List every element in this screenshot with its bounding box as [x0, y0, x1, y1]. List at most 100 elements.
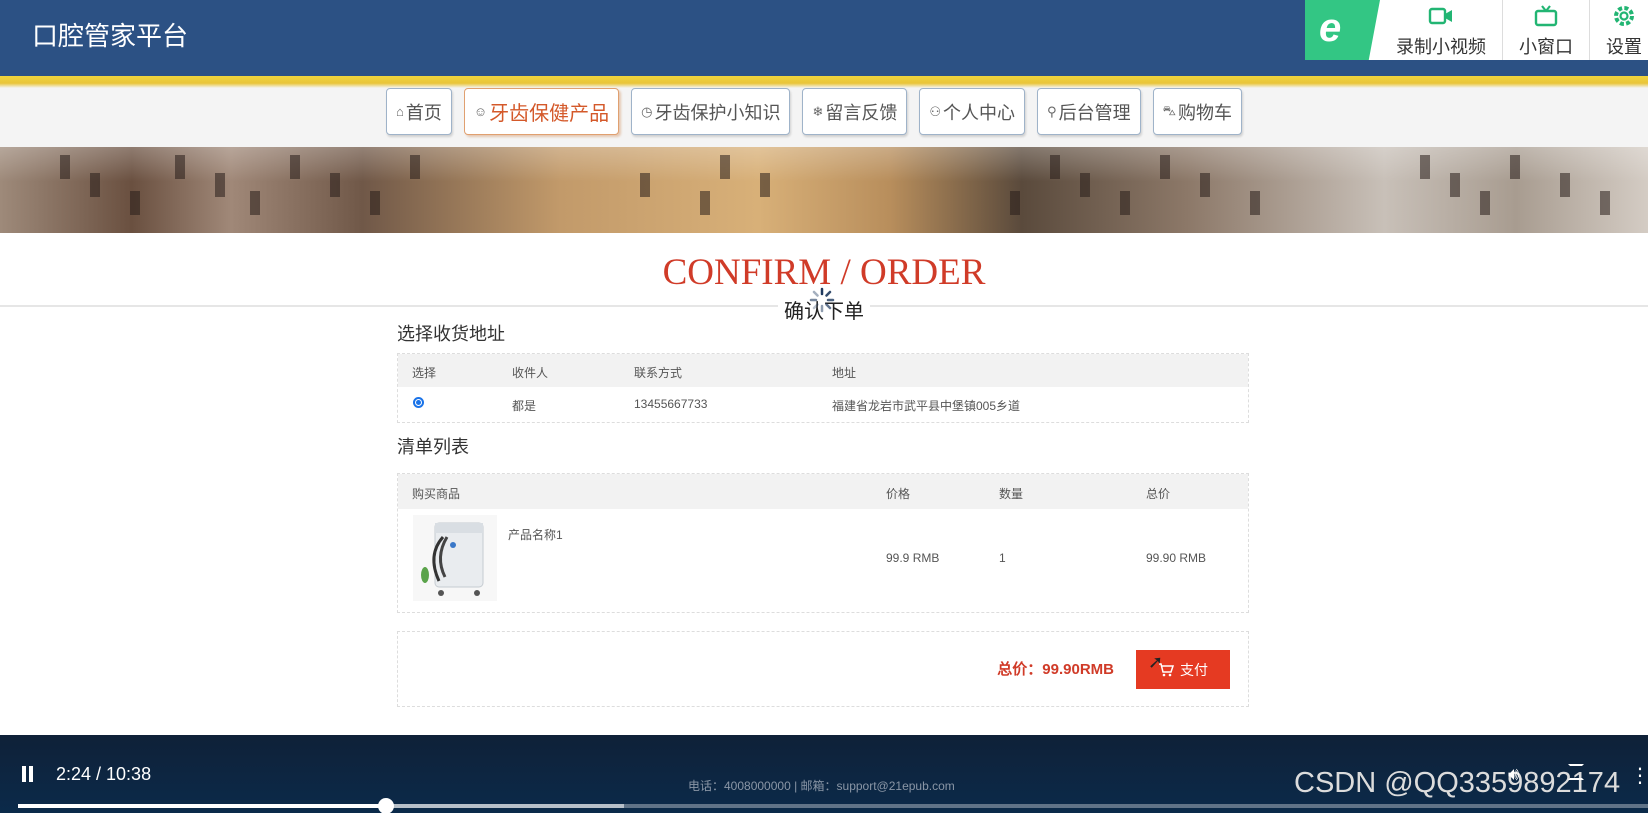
- order-table-header: 购买商品 价格 数量 总价: [398, 474, 1248, 509]
- loading-spinner-icon: [809, 287, 835, 313]
- banner-window: [290, 155, 300, 179]
- banner-window: [720, 155, 730, 179]
- nav-item-4[interactable]: ⚇ 个人中心: [919, 88, 1026, 135]
- nav-label: 首页: [405, 102, 442, 123]
- mini-window-label: 小窗口: [1519, 37, 1573, 57]
- banner-window: [175, 155, 185, 179]
- nav-item-6[interactable]: ⛍ 购物车: [1152, 88, 1242, 135]
- banner-window: [330, 173, 340, 197]
- product-device-icon: [421, 522, 484, 596]
- nav-icon: ◷: [641, 103, 653, 119]
- nav-item-2[interactable]: ◷ 牙齿保护小知识: [631, 88, 791, 135]
- address-heading: 选择收货地址: [397, 324, 505, 344]
- nav-label: 牙齿保健产品: [489, 103, 610, 125]
- product-qty: 1: [999, 551, 1006, 565]
- nav-label: 购物车: [1177, 102, 1232, 123]
- progress-played: [18, 804, 386, 808]
- nav-label: 留言反馈: [825, 102, 898, 123]
- playback-time: 2:24 / 10:38: [56, 764, 152, 784]
- banner-window: [90, 173, 100, 197]
- table-row: 产品名称1 99.9 RMB 1 99.90 RMB: [398, 509, 1248, 611]
- nav-icon: ☺: [473, 104, 488, 119]
- banner-window: [1120, 191, 1130, 215]
- nav-list: ⌂ 首页 ☺ 牙齿保健产品 ◷ 牙齿保护小知识 ❄ 留言反馈 ⚇ 个人中心 ⚲ 后台管理 ⛍ 购物车: [386, 88, 1242, 135]
- tv-icon: [1534, 5, 1558, 27]
- address-radio[interactable]: [413, 397, 424, 408]
- more-options-icon[interactable]: ⋮: [1630, 763, 1648, 788]
- banner-window: [60, 155, 70, 179]
- total-price: 总价：99.90RMB: [997, 661, 1114, 678]
- nav-icon: ⌂: [396, 104, 404, 119]
- nav-label: 后台管理: [1058, 102, 1131, 123]
- nav-item-3[interactable]: ❄ 留言反馈: [802, 88, 908, 135]
- banner-window: [1010, 191, 1020, 215]
- banner-window: [215, 173, 225, 197]
- recipient-name: 都是: [512, 399, 537, 413]
- banner-window: [1510, 155, 1520, 179]
- gear-icon: [1614, 6, 1634, 26]
- banner-window: [1420, 155, 1430, 179]
- col-address: 地址: [832, 366, 857, 380]
- col-phone: 联系方式: [634, 366, 683, 380]
- nav-icon: ⛍: [1162, 102, 1176, 118]
- banner-window: [1600, 191, 1610, 215]
- banner-window: [410, 155, 420, 179]
- progress-handle[interactable]: [377, 798, 394, 814]
- col-recipient: 收件人: [512, 366, 549, 380]
- product-name[interactable]: 产品名称1: [508, 526, 563, 543]
- nav-item-5[interactable]: ⚲ 后台管理: [1037, 88, 1141, 135]
- banner-window: [250, 191, 260, 215]
- nav-item-1[interactable]: ☺ 牙齿保健产品: [463, 88, 620, 135]
- nav-label: 牙齿保护小知识: [654, 102, 781, 123]
- recipient-phone: 13455667733: [634, 397, 708, 411]
- header-accent-strip: [0, 76, 1648, 88]
- col-qty: 数量: [999, 487, 1024, 501]
- banner-window: [1480, 191, 1490, 215]
- banner-window: [1250, 191, 1260, 215]
- nav-icon: ⚲: [1047, 103, 1057, 119]
- volume-icon[interactable]: 🔊︎: [1508, 764, 1519, 785]
- col-product: 购买商品: [412, 487, 461, 501]
- site-footer-contact: 电话：4008000000 | 邮箱：support@21epub.com: [688, 779, 955, 793]
- address-table: 选择 收件人 联系方式 地址 都是 13455667733 福建省龙岩市武平县中…: [397, 353, 1249, 423]
- banner-window: [760, 173, 770, 197]
- record-video-label: 录制小视频: [1396, 37, 1486, 57]
- order-table: 购买商品 价格 数量 总价 产品名称1 99.9 RMB 1 99.90 RMB: [397, 473, 1249, 613]
- address-table-header: 选择 收件人 联系方式 地址: [398, 354, 1248, 387]
- record-video-button[interactable]: 录制小视频: [1380, 0, 1503, 60]
- order-heading: 清单列表: [397, 437, 469, 457]
- nav-label: 个人中心: [943, 102, 1016, 123]
- col-price: 价格: [886, 487, 911, 501]
- recording-toolbar: e 录制小视频 小窗口 设置: [1305, 0, 1648, 60]
- product-image[interactable]: [413, 515, 497, 601]
- progress-bar[interactable]: [18, 798, 1648, 814]
- banner-window: [1050, 155, 1060, 179]
- col-select: 选择: [412, 366, 437, 380]
- nav-icon: ❄: [812, 103, 824, 119]
- banner-window: [1080, 173, 1090, 197]
- settings-label: 设置: [1606, 37, 1642, 57]
- nav-item-0[interactable]: ⌂ 首页: [386, 88, 452, 135]
- table-row: 都是 13455667733 福建省龙岩市武平县中堡镇005乡道: [398, 387, 1248, 422]
- nav-icon: ⚇: [929, 103, 942, 119]
- banner-window: [1450, 173, 1460, 197]
- banner-image: [0, 147, 1648, 233]
- settings-button[interactable]: 设置: [1590, 0, 1648, 60]
- order-summary: 总价：99.90RMB 支付: [397, 631, 1249, 707]
- banner-window: [1160, 155, 1170, 179]
- browser-logo-icon: e: [1305, 0, 1380, 60]
- product-price: 99.9 RMB: [886, 551, 940, 565]
- mouse-cursor-icon: ➚: [1148, 652, 1164, 672]
- mini-window-button[interactable]: 小窗口: [1503, 0, 1590, 60]
- main-nav: ⌂ 首页 ☺ 牙齿保健产品 ◷ 牙齿保护小知识 ❄ 留言反馈 ⚇ 个人中心 ⚲ 后台管理 ⛍ 购物车: [0, 88, 1648, 148]
- pause-icon[interactable]: [21, 766, 35, 782]
- banner-window: [370, 191, 380, 215]
- banner-window: [640, 173, 650, 197]
- recipient-address: 福建省龙岩市武平县中堡镇005乡道: [832, 399, 1021, 413]
- banner-window: [130, 191, 140, 215]
- fullscreen-icon[interactable]: [1568, 764, 1584, 780]
- col-total: 总价: [1146, 487, 1171, 501]
- app-title: 口腔管家平台: [32, 21, 189, 51]
- banner-window: [1560, 173, 1570, 197]
- product-total: 99.90 RMB: [1146, 551, 1207, 565]
